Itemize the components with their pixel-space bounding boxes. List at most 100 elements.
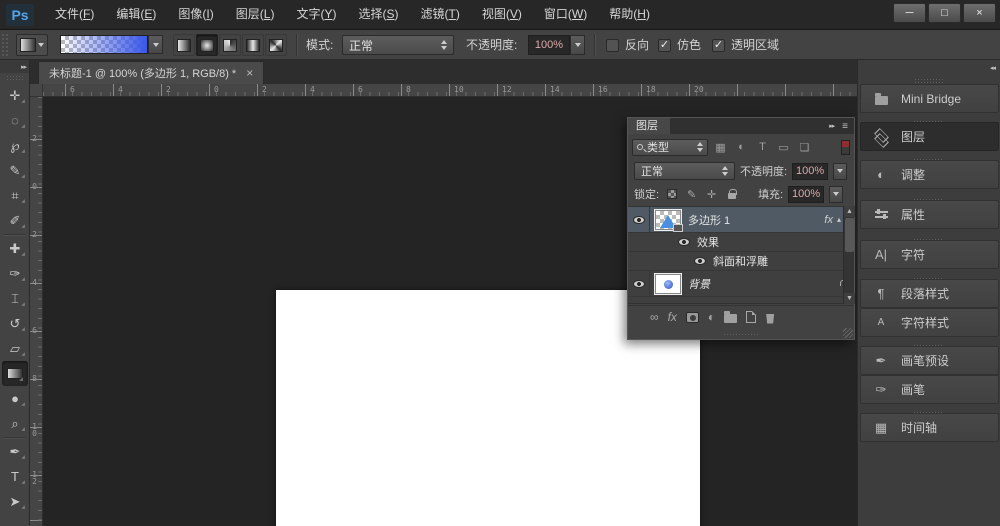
delete-layer-icon[interactable] (765, 311, 775, 324)
visibility-cell[interactable] (628, 271, 650, 296)
pen-tool[interactable]: ✒ (0, 439, 30, 464)
reverse-checkbox[interactable] (606, 39, 619, 52)
panel-button-mini-bridge[interactable]: Mini Bridge (860, 84, 999, 113)
panel-button-brush-presets[interactable]: ✒ 画笔预设 (860, 346, 999, 375)
clone-stamp-tool[interactable]: ⌶ (0, 286, 30, 311)
dock-group-grip[interactable] (914, 78, 944, 83)
panel-button-adjustments[interactable]: ◐ 调整 (860, 160, 999, 189)
fx-badge[interactable]: fx (824, 214, 833, 226)
link-layers-icon[interactable]: ∞ (650, 310, 659, 324)
minimize-button[interactable]: ─ (893, 3, 926, 23)
panel-button-paragraph-styles[interactable]: ¶ 段落样式 (860, 279, 999, 308)
panel-menu-icon[interactable]: ≡ (842, 121, 848, 132)
blend-mode-select[interactable]: 正常 (342, 35, 454, 55)
layer-row-effects[interactable]: 效果 (628, 233, 845, 252)
scroll-down-icon[interactable]: ▼ (844, 293, 855, 304)
new-group-icon[interactable] (724, 311, 737, 323)
menu-help[interactable]: 帮助(H) (598, 0, 661, 30)
layer-mask-icon[interactable] (686, 312, 699, 323)
layer-name[interactable]: 多边形 1 (688, 212, 730, 228)
adjustment-filter-icon[interactable]: ◐ (733, 139, 750, 155)
diamond-gradient-button[interactable] (265, 34, 287, 56)
panel-button-character-styles[interactable]: A 字符样式 (860, 308, 999, 337)
layer-opacity-input[interactable]: 100% (792, 163, 828, 180)
eraser-tool[interactable]: ▱ (0, 336, 30, 361)
layer-blend-mode-select[interactable]: 正常 (634, 162, 735, 180)
eye-icon[interactable] (678, 238, 690, 246)
opacity-input[interactable]: 100% (528, 35, 570, 55)
angle-gradient-button[interactable] (219, 34, 241, 56)
scrollbar-thumb[interactable] (845, 218, 854, 252)
pixel-filter-icon[interactable]: ▦ (712, 139, 729, 155)
elliptical-marquee-tool[interactable]: ◌ (0, 108, 30, 133)
layer-row-bevel-emboss[interactable]: 斜面和浮雕 (628, 252, 845, 271)
type-filter-icon[interactable]: T (754, 139, 771, 155)
layer-name[interactable]: 背景 (688, 276, 710, 292)
collapse-effects-icon[interactable]: ▴ (837, 215, 841, 224)
linear-gradient-button[interactable] (173, 34, 195, 56)
gradient-tool[interactable] (2, 361, 28, 386)
gradient-picker-arrow[interactable] (148, 35, 163, 54)
filter-type-select[interactable]: 类型 (632, 139, 708, 156)
tools-collapse-button[interactable]: ▸▸ (0, 60, 29, 73)
panel-button-character[interactable]: A| 字符 (860, 240, 999, 269)
layer-fill-arrow[interactable] (829, 186, 843, 203)
history-brush-tool[interactable]: ↺ (0, 311, 30, 336)
type-tool[interactable]: T (0, 464, 30, 489)
maximize-button[interactable]: □ (928, 3, 961, 23)
menu-edit[interactable]: 编辑(E) (105, 0, 167, 30)
reflected-gradient-button[interactable] (242, 34, 264, 56)
gradient-preview[interactable] (60, 35, 148, 54)
layer-row-polygon[interactable]: 多边形 1 fx ▴ (628, 207, 845, 233)
filter-toggle-switch[interactable] (841, 140, 850, 155)
options-bar-grip[interactable] (1, 33, 9, 57)
panel-button-brush[interactable]: ✑ 画笔 (860, 375, 999, 404)
lasso-tool[interactable]: ℘ (0, 133, 30, 158)
new-layer-icon[interactable] (746, 311, 756, 323)
eyedropper-tool[interactable]: ✐ (0, 208, 30, 233)
panel-button-timeline[interactable]: ▦ 时间轴 (860, 413, 999, 442)
menu-select[interactable]: 选择(S) (347, 0, 409, 30)
healing-brush-tool[interactable]: ✚ (0, 236, 30, 261)
menu-image[interactable]: 图像(I) (167, 0, 224, 30)
document-tab[interactable]: 未标题-1 @ 100% (多边形 1, RGB/8) * × (38, 61, 264, 84)
transparency-checkbox[interactable]: ✓ (712, 39, 725, 52)
crop-tool[interactable]: ⌗ (0, 183, 30, 208)
layers-panel-tab[interactable]: 图层 (628, 118, 670, 134)
radial-gradient-button[interactable] (196, 34, 218, 56)
layer-thumbnail[interactable] (655, 210, 681, 230)
menu-window[interactable]: 窗口(W) (533, 0, 598, 30)
lock-transparency-icon[interactable] (664, 187, 679, 202)
blur-tool[interactable]: ● (0, 386, 30, 411)
close-tab-icon[interactable]: × (246, 66, 253, 80)
dither-checkbox[interactable]: ✓ (658, 39, 671, 52)
panel-button-layers[interactable]: 图层 (860, 122, 999, 151)
dodge-tool[interactable]: ⌕ (0, 411, 30, 436)
menu-view[interactable]: 视图(V) (471, 0, 533, 30)
lock-pixels-icon[interactable]: ✎ (684, 187, 699, 202)
menu-filter[interactable]: 滤镜(T) (410, 0, 471, 30)
menu-type[interactable]: 文字(Y) (285, 0, 347, 30)
layer-thumbnail[interactable] (655, 274, 681, 294)
collapse-dock-icon[interactable]: ◂◂ (990, 64, 995, 72)
visibility-cell[interactable] (628, 207, 650, 232)
shape-filter-icon[interactable]: ▭ (775, 139, 792, 155)
smartobject-filter-icon[interactable]: ❏ (796, 139, 813, 155)
eye-icon[interactable] (694, 257, 706, 265)
quick-selection-tool[interactable]: ✎ (0, 158, 30, 183)
adjustment-layer-icon[interactable]: ◐ (708, 310, 715, 324)
panel-button-properties[interactable]: 属性 (860, 200, 999, 229)
lock-all-icon[interactable] (724, 187, 739, 202)
menu-file[interactable]: 文件(F) (44, 0, 105, 30)
opacity-dropdown-arrow[interactable] (570, 35, 585, 55)
panel-drag-grip[interactable] (723, 333, 759, 337)
brush-tool[interactable]: ✑ (0, 261, 30, 286)
lock-position-icon[interactable]: ✛ (704, 187, 719, 202)
path-selection-tool[interactable]: ➤ (0, 489, 30, 514)
layers-scrollbar[interactable]: ▲ ▼ (843, 206, 854, 304)
menu-layer[interactable]: 图层(L) (225, 0, 286, 30)
layer-fill-input[interactable]: 100% (788, 186, 824, 203)
collapse-panel-icon[interactable]: ▸▸ (829, 122, 834, 130)
layer-row-background[interactable]: 背景 (628, 271, 845, 297)
tool-preset-picker[interactable] (16, 34, 48, 56)
